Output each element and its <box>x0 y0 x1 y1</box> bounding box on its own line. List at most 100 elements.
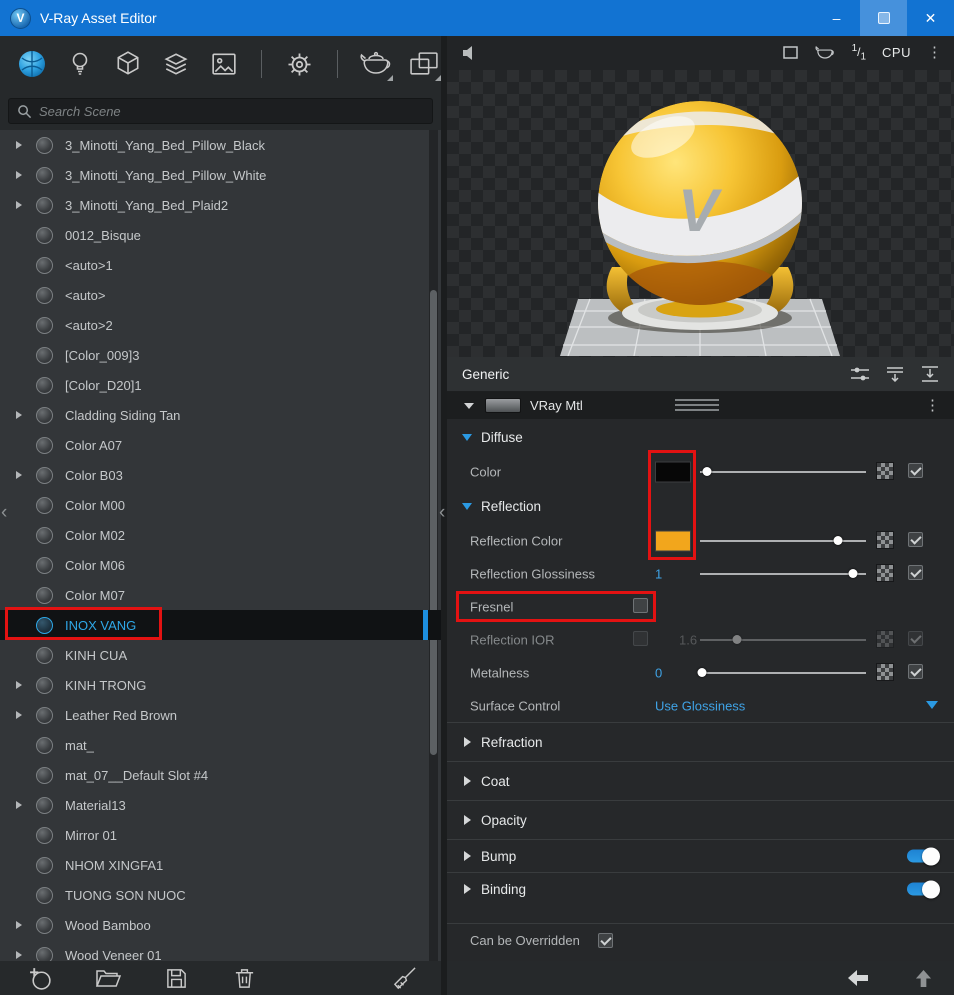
list-item[interactable]: Color M07 <box>0 580 441 610</box>
collapse-window-arrow[interactable]: ‹ <box>1 503 7 522</box>
texture-slot-button[interactable] <box>876 663 894 681</box>
surface-control-dropdown[interactable]: Use Glossiness <box>655 698 745 713</box>
expand-arrow-icon[interactable] <box>16 171 31 179</box>
preview-ratio[interactable]: 1/1 <box>852 43 866 62</box>
tab-geometries[interactable] <box>112 47 145 81</box>
expand-arrow-icon[interactable] <box>16 711 31 719</box>
float-preview-icon[interactable] <box>783 46 798 59</box>
collapse-panel-arrow[interactable]: ‹ <box>439 503 445 522</box>
reflection-color-slider[interactable] <box>700 524 866 557</box>
delete-button[interactable] <box>230 964 258 992</box>
asset-list[interactable]: 3_Minotti_Yang_Bed_Pillow_Black3_Minotti… <box>0 130 441 961</box>
override-checkbox[interactable] <box>598 933 613 948</box>
enable-checkbox[interactable] <box>908 631 923 646</box>
list-item[interactable]: 3_Minotti_Yang_Bed_Pillow_Black <box>0 130 441 160</box>
enable-checkbox[interactable] <box>908 463 923 478</box>
texture-slot-button[interactable] <box>876 564 894 582</box>
binding-toggle[interactable] <box>907 883 938 896</box>
list-item[interactable]: Color M02 <box>0 520 441 550</box>
list-item[interactable]: TUONG SON NUOC <box>0 880 441 910</box>
enable-checkbox[interactable] <box>908 565 923 580</box>
material-type-row[interactable]: VRay Mtl ⋮ <box>447 392 954 419</box>
ior-enable-checkbox[interactable] <box>633 631 648 646</box>
param-value[interactable]: 1 <box>655 566 662 581</box>
list-item[interactable]: [Color_009]3 <box>0 340 441 370</box>
expand-arrow-icon[interactable] <box>16 201 31 209</box>
list-item[interactable]: Wood Veneer 01 <box>0 940 441 961</box>
list-item[interactable]: [Color_D20]1 <box>0 370 441 400</box>
up-button[interactable] <box>915 969 932 988</box>
enable-checkbox[interactable] <box>908 664 923 679</box>
texture-slot-button[interactable] <box>876 531 894 549</box>
list-item[interactable]: <auto> <box>0 280 441 310</box>
add-asset-button[interactable] <box>26 964 54 992</box>
collapse-all-icon[interactable] <box>920 365 940 383</box>
list-item[interactable]: Wood Bamboo <box>0 910 441 940</box>
list-item[interactable]: mat_07__Default Slot #4 <box>0 760 441 790</box>
metalness-slider[interactable] <box>700 656 866 689</box>
expand-all-icon[interactable] <box>885 365 905 383</box>
kebab-menu-icon[interactable]: ⋮ <box>927 45 942 60</box>
diffuse-color-swatch[interactable] <box>655 461 691 482</box>
tab-render-elements[interactable] <box>207 47 240 81</box>
list-item[interactable]: <auto>2 <box>0 310 441 340</box>
list-item[interactable]: 0012_Bisque <box>0 220 441 250</box>
kebab-menu-icon[interactable]: ⋮ <box>925 398 940 413</box>
close-button[interactable]: ✕ <box>907 0 954 36</box>
diffuse-color-slider[interactable] <box>700 455 866 488</box>
list-item[interactable]: Color A07 <box>0 430 441 460</box>
list-item[interactable]: KINH CUA <box>0 640 441 670</box>
list-item[interactable]: Color B03 <box>0 460 441 490</box>
list-item[interactable]: Cladding Siding Tan <box>0 400 441 430</box>
engine-label[interactable]: CPU <box>882 45 911 60</box>
chevron-down-icon[interactable] <box>926 701 938 709</box>
list-item[interactable]: Color M06 <box>0 550 441 580</box>
slider-handle[interactable] <box>833 536 842 545</box>
list-item[interactable]: KINH TRONG <box>0 670 441 700</box>
tab-layers[interactable] <box>160 47 193 81</box>
texture-slot-button[interactable] <box>876 462 894 480</box>
expand-arrow-icon[interactable] <box>16 921 31 929</box>
tab-lights[interactable] <box>64 47 97 81</box>
bump-toggle[interactable] <box>907 850 938 863</box>
expand-arrow-icon[interactable] <box>16 801 31 809</box>
section-binding[interactable]: Binding <box>447 872 954 905</box>
list-item[interactable]: 3_Minotti_Yang_Bed_Pillow_White <box>0 160 441 190</box>
slider-handle[interactable] <box>702 467 711 476</box>
list-item[interactable]: Mirror 01 <box>0 820 441 850</box>
expand-arrow-icon[interactable] <box>16 951 31 959</box>
section-bump[interactable]: Bump <box>447 839 954 872</box>
texture-slot-button[interactable] <box>876 630 894 648</box>
section-coat[interactable]: Coat <box>447 761 954 800</box>
list-item[interactable]: mat_ <box>0 730 441 760</box>
purge-button[interactable] <box>390 964 418 992</box>
search-input[interactable] <box>39 104 424 119</box>
enable-checkbox[interactable] <box>908 532 923 547</box>
fresnel-checkbox[interactable] <box>633 598 648 613</box>
reflection-color-swatch[interactable] <box>655 530 691 551</box>
open-folder-button[interactable] <box>94 964 122 992</box>
tab-settings[interactable] <box>283 47 316 81</box>
chevron-down-icon[interactable] <box>464 403 474 409</box>
section-opacity[interactable]: Opacity <box>447 800 954 839</box>
sliders-icon[interactable] <box>850 365 870 383</box>
minimize-button[interactable]: – <box>813 0 860 36</box>
section-refraction[interactable]: Refraction <box>447 722 954 761</box>
material-library-button[interactable] <box>359 47 393 81</box>
list-item[interactable]: 3_Minotti_Yang_Bed_Plaid2 <box>0 190 441 220</box>
expand-arrow-icon[interactable] <box>16 141 31 149</box>
list-item[interactable]: Color M00 <box>0 490 441 520</box>
back-button[interactable] <box>847 969 869 987</box>
list-item[interactable]: Material13 <box>0 790 441 820</box>
teapot-preview-icon[interactable] <box>814 44 836 61</box>
list-item[interactable]: NHOM XINGFA1 <box>0 850 441 880</box>
param-value[interactable]: 0 <box>655 665 662 680</box>
param-value[interactable]: 1.6 <box>679 632 697 647</box>
list-item[interactable]: <auto>1 <box>0 250 441 280</box>
ior-slider[interactable] <box>700 623 866 656</box>
tab-materials[interactable] <box>16 47 49 81</box>
save-button[interactable] <box>162 964 190 992</box>
maximize-button[interactable] <box>860 0 907 36</box>
speaker-icon[interactable] <box>461 44 479 62</box>
section-diffuse[interactable]: Diffuse <box>447 419 954 455</box>
